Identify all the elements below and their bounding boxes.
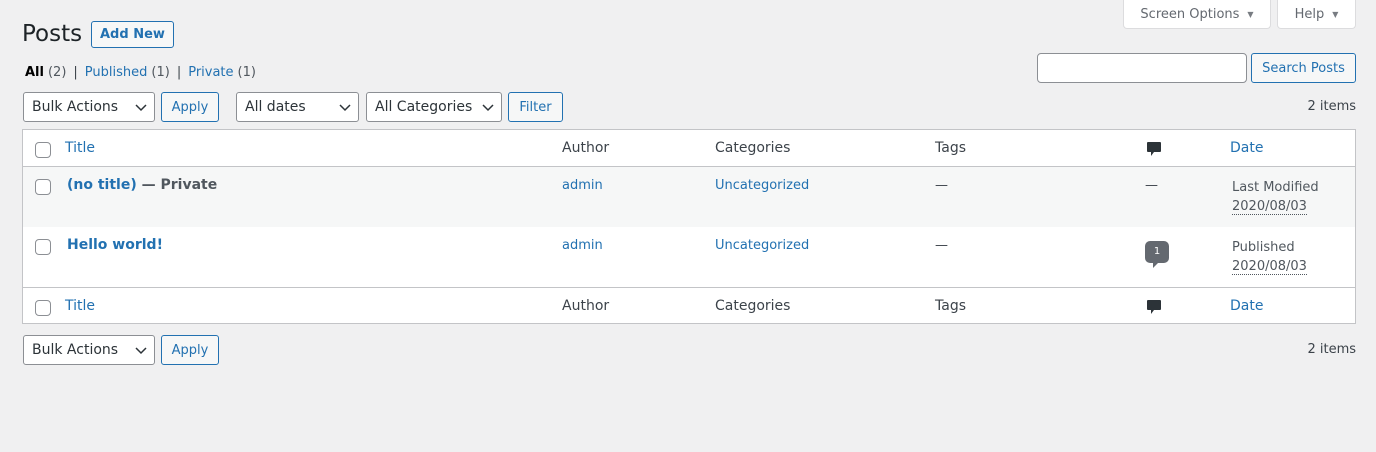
comment-icon[interactable] — [1146, 299, 1162, 315]
apply-button-top[interactable]: Apply — [161, 92, 219, 122]
row-checkbox[interactable] — [35, 239, 51, 255]
author-link[interactable]: admin — [562, 238, 603, 253]
caret-down-icon: ▼ — [1332, 9, 1339, 19]
view-published-label: Published — [84, 65, 148, 80]
view-private-label: Private — [188, 65, 234, 80]
table-row: (no title) — Private admin Uncategorized… — [23, 167, 1355, 227]
column-tags: Tags — [935, 298, 966, 314]
separator: | — [73, 65, 78, 80]
date-value: 2020/08/03 — [1232, 259, 1307, 275]
select-all-checkbox[interactable] — [35, 142, 51, 158]
view-published[interactable]: Published (1) — [85, 65, 170, 80]
page-title: Posts — [22, 21, 83, 47]
help-tab[interactable]: Help ▼ — [1277, 0, 1356, 29]
apply-button-bottom[interactable]: Apply — [161, 335, 219, 365]
bulk-actions-value: Bulk Actions — [32, 99, 119, 115]
search-input[interactable] — [1037, 53, 1247, 83]
screen-options-label: Screen Options — [1140, 6, 1240, 22]
posts-table: Title Author Categories Tags Date (no ti… — [22, 129, 1356, 324]
chevron-down-icon — [135, 347, 147, 355]
view-filters: All (2) | Published (1) | Private (1) — [25, 65, 256, 80]
date-filter-value: All dates — [245, 99, 306, 115]
screen-options-tab[interactable]: Screen Options ▼ — [1123, 0, 1271, 29]
select-all-checkbox-bottom[interactable] — [35, 300, 51, 316]
category-link[interactable]: Uncategorized — [715, 238, 809, 253]
view-all[interactable]: All (2) — [25, 65, 66, 80]
column-tags: Tags — [935, 140, 966, 156]
items-count-bottom: 2 items — [1307, 342, 1356, 357]
author-link[interactable]: admin — [562, 178, 603, 193]
view-private[interactable]: Private (1) — [188, 65, 256, 80]
category-filter-select[interactable]: All Categories — [366, 92, 502, 122]
column-categories: Categories — [715, 298, 791, 314]
bulk-actions-value: Bulk Actions — [32, 342, 119, 358]
column-categories: Categories — [715, 140, 791, 156]
view-published-count: (1) — [151, 65, 170, 80]
column-author: Author — [562, 298, 610, 314]
comment-icon[interactable] — [1146, 141, 1162, 157]
date-filter-select[interactable]: All dates — [236, 92, 359, 122]
bulk-actions-select-top[interactable]: Bulk Actions — [23, 92, 155, 122]
row-checkbox[interactable] — [35, 179, 51, 195]
column-date-sort[interactable]: Date — [1230, 140, 1263, 156]
tags-value: — — [935, 238, 948, 253]
post-title-link[interactable]: Hello world! — [67, 237, 163, 253]
table-row: Hello world! admin Uncategorized — 1 Pub… — [23, 227, 1355, 287]
date-value: 2020/08/03 — [1232, 199, 1307, 215]
category-filter-value: All Categories — [375, 99, 473, 115]
comments-value: — — [1145, 178, 1158, 193]
column-date-sort[interactable]: Date — [1230, 298, 1263, 314]
post-title-cell: (no title) — Private — [67, 177, 217, 193]
filter-button[interactable]: Filter — [508, 92, 563, 122]
column-title-sort[interactable]: Title — [65, 140, 95, 156]
chevron-down-icon — [482, 104, 494, 112]
view-all-count: (2) — [47, 65, 67, 80]
help-label: Help — [1294, 6, 1325, 22]
category-link[interactable]: Uncategorized — [715, 178, 809, 193]
table-header: Title Author Categories Tags Date — [23, 130, 1355, 167]
items-count-top: 2 items — [1307, 99, 1356, 114]
table-footer: Title Author Categories Tags Date — [23, 287, 1355, 324]
date-cell: Published 2020/08/03 — [1232, 238, 1307, 276]
tags-value: — — [935, 178, 948, 193]
separator: | — [176, 65, 182, 80]
post-title-link[interactable]: (no title) — [67, 177, 137, 193]
post-state: — Private — [136, 177, 218, 193]
date-status: Last Modified — [1232, 180, 1319, 195]
search-posts-button[interactable]: Search Posts — [1251, 53, 1356, 83]
comment-count-bubble[interactable]: 1 — [1145, 241, 1169, 268]
bulk-actions-select-bottom[interactable]: Bulk Actions — [23, 335, 155, 365]
add-new-button[interactable]: Add New — [91, 21, 174, 48]
chevron-down-icon — [135, 104, 147, 112]
column-author: Author — [562, 140, 610, 156]
date-cell: Last Modified 2020/08/03 — [1232, 178, 1319, 216]
column-title-sort[interactable]: Title — [65, 298, 95, 314]
chevron-down-icon — [339, 104, 351, 112]
date-status: Published — [1232, 240, 1295, 255]
screen-meta-links: Screen Options ▼ Help ▼ — [1123, 0, 1356, 29]
caret-down-icon: ▼ — [1247, 9, 1254, 19]
post-title-cell: Hello world! — [67, 237, 163, 253]
view-private-count: (1) — [237, 65, 256, 80]
view-all-label: All — [25, 65, 44, 80]
